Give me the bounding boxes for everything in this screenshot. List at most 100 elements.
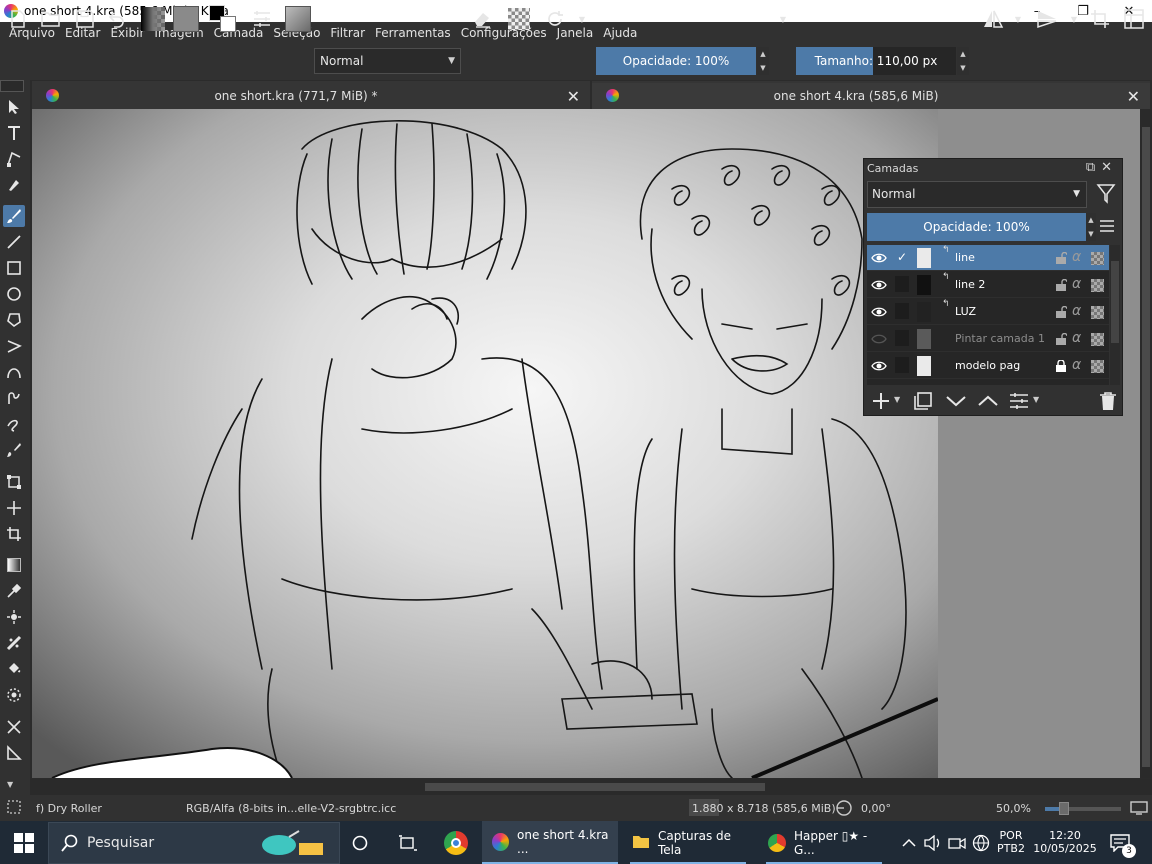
- zoom-slider-handle[interactable]: [1059, 802, 1069, 815]
- layer-properties-icon[interactable]: [1009, 391, 1029, 414]
- layer-row-line-2[interactable]: ↰ line 2 α: [867, 272, 1109, 298]
- taskbar-app-chrome[interactable]: Happer ▯★ - G...: [758, 821, 890, 864]
- alpha-lock-icon[interactable]: α: [1072, 303, 1081, 319]
- windows-start-icon[interactable]: [14, 821, 34, 864]
- blend-mode-select[interactable]: Normal ▼: [314, 48, 461, 74]
- layer-opacity-slider[interactable]: Opacidade: 100%: [867, 213, 1086, 241]
- scrollbar-thumb[interactable]: [1142, 127, 1150, 767]
- rotation-icon[interactable]: [832, 799, 856, 820]
- chevron-down-icon[interactable]: ▼: [894, 395, 900, 404]
- transform-tool-icon[interactable]: [3, 471, 25, 493]
- pattern-preset-icon[interactable]: [172, 6, 200, 32]
- alpha-lock-icon[interactable]: α: [1072, 249, 1081, 265]
- layer-row-line[interactable]: ✓ ↰ line α: [867, 245, 1109, 271]
- gradient-preset-icon[interactable]: [140, 6, 166, 32]
- layer-select-checkbox[interactable]: ✓: [895, 249, 909, 265]
- fill-tool-icon[interactable]: [3, 658, 25, 680]
- move-layer-down-icon[interactable]: [945, 391, 967, 414]
- edit-shapes-tool-icon[interactable]: [3, 148, 25, 170]
- select-shapes-tool-icon[interactable]: [3, 96, 25, 118]
- inherit-alpha-icon[interactable]: [1091, 252, 1104, 265]
- layer-select-checkbox[interactable]: [895, 330, 909, 346]
- foreground-background-color-icon[interactable]: [208, 5, 238, 32]
- notification-center-icon[interactable]: 3: [1110, 821, 1136, 864]
- color-picker-tool-icon[interactable]: [3, 580, 25, 602]
- brush-settings-icon[interactable]: [250, 6, 274, 32]
- unlock-icon[interactable]: [1055, 305, 1068, 321]
- color-profile[interactable]: RGB/Alfa (8-bits in...elle-V2-srgbtrc.ic…: [186, 802, 396, 815]
- open-document-icon[interactable]: [40, 6, 62, 32]
- zoom-slider[interactable]: [1045, 807, 1121, 811]
- dynamic-brush-tool-icon[interactable]: [3, 413, 25, 435]
- task-view-icon[interactable]: [398, 821, 418, 864]
- volume-icon[interactable]: [924, 821, 942, 864]
- menu-ferramentas[interactable]: Ferramentas: [370, 26, 456, 40]
- undo-icon[interactable]: [106, 6, 128, 32]
- freehand-brush-tool-icon[interactable]: [3, 205, 25, 227]
- layer-select-checkbox[interactable]: [895, 357, 909, 373]
- inherit-alpha-icon[interactable]: [1091, 333, 1104, 346]
- eye-icon[interactable]: [871, 306, 887, 321]
- tab-one-short[interactable]: one short.kra (771,7 MiB) * ✕: [32, 81, 590, 109]
- add-layer-icon[interactable]: [871, 391, 891, 414]
- chrome-icon[interactable]: [444, 821, 468, 864]
- layer-row-pintar-camada-1[interactable]: Pintar camada 1 α: [867, 326, 1109, 352]
- enclose-fill-tool-icon[interactable]: [3, 684, 25, 706]
- ellipse-tool-icon[interactable]: [3, 283, 25, 305]
- size-spinner[interactable]: ▲ ▼: [957, 47, 969, 75]
- alpha-lock-icon[interactable]: α: [1072, 276, 1081, 292]
- assistant-tool-icon[interactable]: [3, 632, 25, 654]
- canvas-only-icon[interactable]: [1130, 801, 1148, 818]
- unlock-icon[interactable]: [1055, 278, 1068, 294]
- scrollbar-thumb[interactable]: [1111, 261, 1119, 343]
- eraser-icon[interactable]: [470, 6, 494, 32]
- brush-preset-name[interactable]: f) Dry Roller: [36, 802, 102, 815]
- chevron-down-icon[interactable]: ▼: [1012, 6, 1024, 32]
- layer-row-modelo-pag[interactable]: modelo pag α: [867, 353, 1109, 379]
- menu-filtrar[interactable]: Filtrar: [325, 26, 370, 40]
- eye-icon[interactable]: [871, 252, 887, 267]
- workspace-chooser-icon[interactable]: [1122, 6, 1146, 32]
- inherit-alpha-icon[interactable]: [1091, 306, 1104, 319]
- layer-row-luz[interactable]: ↰ LUZ α: [867, 299, 1109, 325]
- zoom-value[interactable]: 50,0%: [996, 802, 1031, 815]
- freehand-path-tool-icon[interactable]: [3, 387, 25, 409]
- reload-preset-icon[interactable]: [542, 6, 568, 32]
- close-icon[interactable]: ✕: [1127, 87, 1140, 106]
- selection-icon[interactable]: [7, 800, 21, 817]
- close-icon[interactable]: ✕: [567, 87, 580, 106]
- network-globe-icon[interactable]: [972, 821, 990, 864]
- chevron-down-icon[interactable]: ▼: [1033, 395, 1039, 404]
- polygon-tool-icon[interactable]: [3, 309, 25, 331]
- reference-tool-icon[interactable]: [3, 742, 25, 764]
- vertical-scrollbar[interactable]: [1140, 109, 1152, 778]
- unlock-icon[interactable]: [1055, 332, 1068, 348]
- filter-icon[interactable]: [1096, 183, 1116, 208]
- alpha-lock-icon[interactable]: α: [1072, 357, 1081, 373]
- save-icon[interactable]: [74, 6, 96, 32]
- multibrush-tool-icon[interactable]: [3, 439, 25, 461]
- rotation-value[interactable]: 0,00°: [861, 802, 891, 815]
- opacity-spinner[interactable]: ▲ ▼: [757, 47, 769, 75]
- delete-layer-icon[interactable]: [1099, 391, 1117, 414]
- taskbar-app-krita[interactable]: one short 4.kra ...: [482, 821, 618, 864]
- taskbar-app-file-explorer[interactable]: Capturas de Tela: [622, 821, 754, 864]
- gradient-tool-icon[interactable]: [3, 554, 25, 576]
- inherit-alpha-icon[interactable]: [1091, 360, 1104, 373]
- horizontal-scrollbar[interactable]: [30, 779, 1152, 795]
- layer-opacity-spinner[interactable]: ▲ ▼: [1086, 213, 1096, 241]
- brush-size-slider[interactable]: Tamanho: 110,00 px: [796, 47, 956, 75]
- brush-preset-icon[interactable]: [284, 6, 312, 32]
- polyline-tool-icon[interactable]: [3, 335, 25, 357]
- toolbox-handle[interactable]: [0, 80, 24, 92]
- lock-icon[interactable]: [1055, 359, 1067, 375]
- rectangle-tool-icon[interactable]: [3, 257, 25, 279]
- layer-blend-mode-select[interactable]: Normal ▼: [867, 181, 1087, 208]
- chevron-down-icon[interactable]: ▼: [576, 6, 588, 32]
- layer-select-checkbox[interactable]: [895, 303, 909, 319]
- layer-select-checkbox[interactable]: [895, 276, 909, 292]
- move-layer-up-icon[interactable]: [977, 391, 999, 414]
- hamburger-menu-icon[interactable]: [1099, 219, 1115, 236]
- preserve-alpha-icon[interactable]: [506, 6, 532, 32]
- bezier-curve-tool-icon[interactable]: [3, 361, 25, 383]
